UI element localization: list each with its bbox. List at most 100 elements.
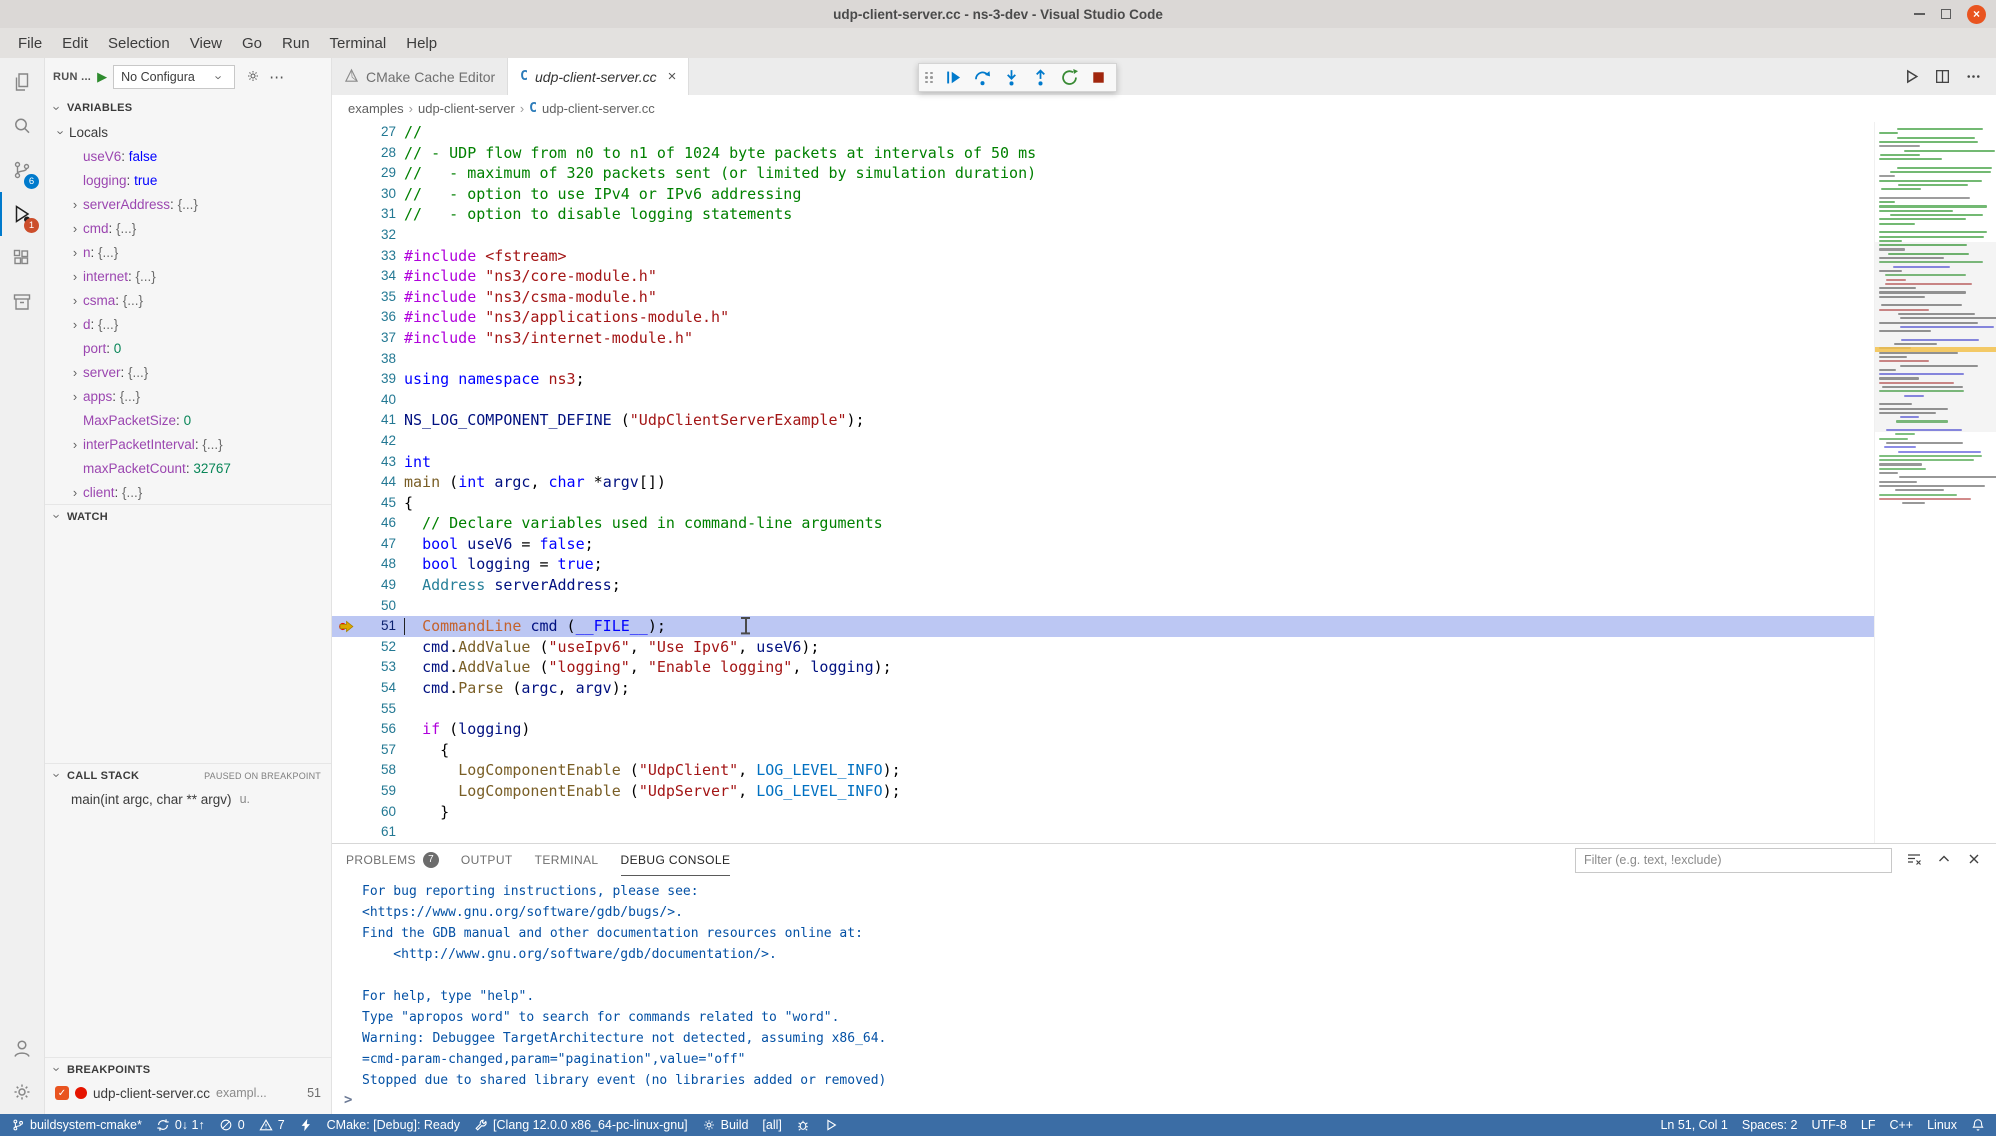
status-buildsystem-cmake[interactable]: buildsystem-cmake* <box>4 1114 149 1136</box>
status-0-1[interactable]: 0↓ 1↑ <box>149 1114 212 1136</box>
console-filter-input[interactable] <box>1575 848 1892 873</box>
code-line-59[interactable]: 59 LogComponentEnable ("UdpServer", LOG_… <box>332 781 1874 802</box>
breakpoint-checkbox[interactable]: ✓ <box>55 1086 69 1100</box>
minimap[interactable] <box>1874 122 1996 843</box>
panel-tab-output[interactable]: OUTPUT <box>461 844 513 876</box>
debug-config-dropdown[interactable]: No Configura › <box>113 65 235 89</box>
variable-maxpacketcount[interactable]: ›maxPacketCount: 32767 <box>45 456 331 480</box>
status-lf[interactable]: LF <box>1854 1114 1883 1136</box>
variable-interpacketinterval[interactable]: ›interPacketInterval: {...} <box>45 432 331 456</box>
clear-console-icon[interactable] <box>1906 851 1922 870</box>
code-line-45[interactable]: 45{ <box>332 493 1874 514</box>
code-line-57[interactable]: 57 { <box>332 740 1874 761</box>
breakpoints-section-header[interactable]: › BREAKPOINTS <box>45 1057 331 1081</box>
code-line-40[interactable]: 40 <box>332 390 1874 411</box>
run-icon[interactable] <box>1903 68 1920 85</box>
activity-settings[interactable] <box>0 1070 44 1114</box>
variable-usev6[interactable]: ›useV6: false <box>45 144 331 168</box>
variables-scope-row[interactable]: › Locals <box>45 120 331 144</box>
breadcrumb-examples[interactable]: examples <box>348 101 404 116</box>
code-line-49[interactable]: 49 Address serverAddress; <box>332 575 1874 596</box>
menu-go[interactable]: Go <box>232 32 272 55</box>
code-line-58[interactable]: 58 LogComponentEnable ("UdpClient", LOG_… <box>332 760 1874 781</box>
watch-section-header[interactable]: › WATCH <box>45 504 331 528</box>
code-line-53[interactable]: 53 cmd.AddValue ("logging", "Enable logg… <box>332 657 1874 678</box>
activity-explorer[interactable] <box>0 60 44 104</box>
activity-accounts[interactable] <box>0 1026 44 1070</box>
status-zap[interactable] <box>292 1114 320 1136</box>
tab-cmake-cache-editor[interactable]: CMake Cache Editor <box>332 58 508 95</box>
activity-search[interactable] <box>0 104 44 148</box>
activity-source-control[interactable]: 6 <box>0 148 44 192</box>
panel-tab-problems[interactable]: PROBLEMS7 <box>346 844 439 876</box>
menu-view[interactable]: View <box>180 32 232 55</box>
call-stack-section-header[interactable]: › CALL STACK PAUSED ON BREAKPOINT <box>45 763 331 787</box>
status-7[interactable]: 7 <box>252 1114 292 1136</box>
code-line-35[interactable]: 35#include "ns3/csma-module.h" <box>332 287 1874 308</box>
code-line-48[interactable]: 48 bool logging = true; <box>332 554 1874 575</box>
code-line-56[interactable]: 56 if (logging) <box>332 719 1874 740</box>
minimize-icon[interactable] <box>1914 13 1925 15</box>
stack-frame-row[interactable]: main(int argc, char ** argv) u. <box>45 787 331 811</box>
variable-serveraddress[interactable]: ›serverAddress: {...} <box>45 192 331 216</box>
code-line-33[interactable]: 33#include <fstream> <box>332 246 1874 267</box>
code-line-34[interactable]: 34#include "ns3/core-module.h" <box>332 266 1874 287</box>
code-line-51[interactable]: 51 CommandLine cmd (__FILE__); <box>332 616 1874 637</box>
status-cmake-debug-ready[interactable]: CMake: [Debug]: Ready <box>320 1114 467 1136</box>
variables-section-header[interactable]: › VARIABLES <box>45 96 331 120</box>
code-line-27[interactable]: 27// <box>332 122 1874 143</box>
variable-maxpacketsize[interactable]: ›MaxPacketSize: 0 <box>45 408 331 432</box>
variable-csma[interactable]: ›csma: {...} <box>45 288 331 312</box>
code-line-60[interactable]: 60 } <box>332 802 1874 823</box>
status-linux[interactable]: Linux <box>1920 1114 1964 1136</box>
code-line-31[interactable]: 31// - option to disable logging stateme… <box>332 204 1874 225</box>
code-line-43[interactable]: 43int <box>332 452 1874 473</box>
code-line-50[interactable]: 50 <box>332 596 1874 617</box>
variable-logging[interactable]: ›logging: true <box>45 168 331 192</box>
status-spaces-2[interactable]: Spaces: 2 <box>1735 1114 1805 1136</box>
variable-server[interactable]: ›server: {...} <box>45 360 331 384</box>
status-all[interactable]: [all] <box>755 1114 788 1136</box>
activity-run-and-debug[interactable]: 1 <box>0 192 44 236</box>
variable-internet[interactable]: ›internet: {...} <box>45 264 331 288</box>
tab-udp-client-server-cc[interactable]: Cudp-client-server.cc× <box>508 58 689 95</box>
status-bug[interactable] <box>789 1114 817 1136</box>
debug-console[interactable]: For bug reporting instructions, please s… <box>332 876 1996 1114</box>
close-panel-icon[interactable] <box>1966 851 1982 870</box>
code-line-41[interactable]: 41NS_LOG_COMPONENT_DEFINE ("UdpClientSer… <box>332 410 1874 431</box>
breakpoint-row[interactable]: ✓ udp-client-server.cc exampl... 51 <box>45 1081 331 1105</box>
status-build[interactable]: Build <box>695 1114 756 1136</box>
maximize-icon[interactable] <box>1941 9 1951 19</box>
code-editor[interactable]: 27//28// - UDP flow from n0 to n1 of 102… <box>332 122 1874 843</box>
menu-edit[interactable]: Edit <box>52 32 98 55</box>
code-line-42[interactable]: 42 <box>332 431 1874 452</box>
menu-run[interactable]: Run <box>272 32 320 55</box>
more-actions-icon[interactable]: ⋯ <box>269 68 285 86</box>
configure-gear-icon[interactable] <box>245 68 261 87</box>
code-line-39[interactable]: 39using namespace ns3; <box>332 369 1874 390</box>
menu-file[interactable]: File <box>8 32 52 55</box>
code-line-30[interactable]: 30// - option to use IPv4 or IPv6 addres… <box>332 184 1874 205</box>
start-debugging-icon[interactable]: ▶ <box>97 69 107 85</box>
code-line-38[interactable]: 38 <box>332 349 1874 370</box>
variable-port[interactable]: ›port: 0 <box>45 336 331 360</box>
debug-console-prompt[interactable]: > <box>344 1090 352 1111</box>
variable-n[interactable]: ›n: {...} <box>45 240 331 264</box>
status-play[interactable] <box>817 1114 845 1136</box>
activity-extensions[interactable] <box>0 236 44 280</box>
step-out-button[interactable] <box>1027 66 1053 90</box>
code-line-29[interactable]: 29// - maximum of 320 packets sent (or l… <box>332 163 1874 184</box>
menu-help[interactable]: Help <box>396 32 447 55</box>
more-actions-icon[interactable] <box>1965 68 1982 85</box>
status-c[interactable]: C++ <box>1882 1114 1920 1136</box>
code-line-37[interactable]: 37#include "ns3/internet-module.h" <box>332 328 1874 349</box>
maximize-panel-icon[interactable] <box>1936 851 1952 870</box>
breadcrumb-udp-client-server[interactable]: udp-client-server <box>418 101 515 116</box>
code-line-54[interactable]: 54 cmd.Parse (argc, argv); <box>332 678 1874 699</box>
close-icon[interactable]: × <box>668 68 677 85</box>
code-line-28[interactable]: 28// - UDP flow from n0 to n1 of 1024 by… <box>332 143 1874 164</box>
status-bell[interactable] <box>1964 1114 1992 1136</box>
continue-button[interactable] <box>940 66 966 90</box>
stop-button[interactable] <box>1085 66 1111 90</box>
restart-button[interactable] <box>1056 66 1082 90</box>
